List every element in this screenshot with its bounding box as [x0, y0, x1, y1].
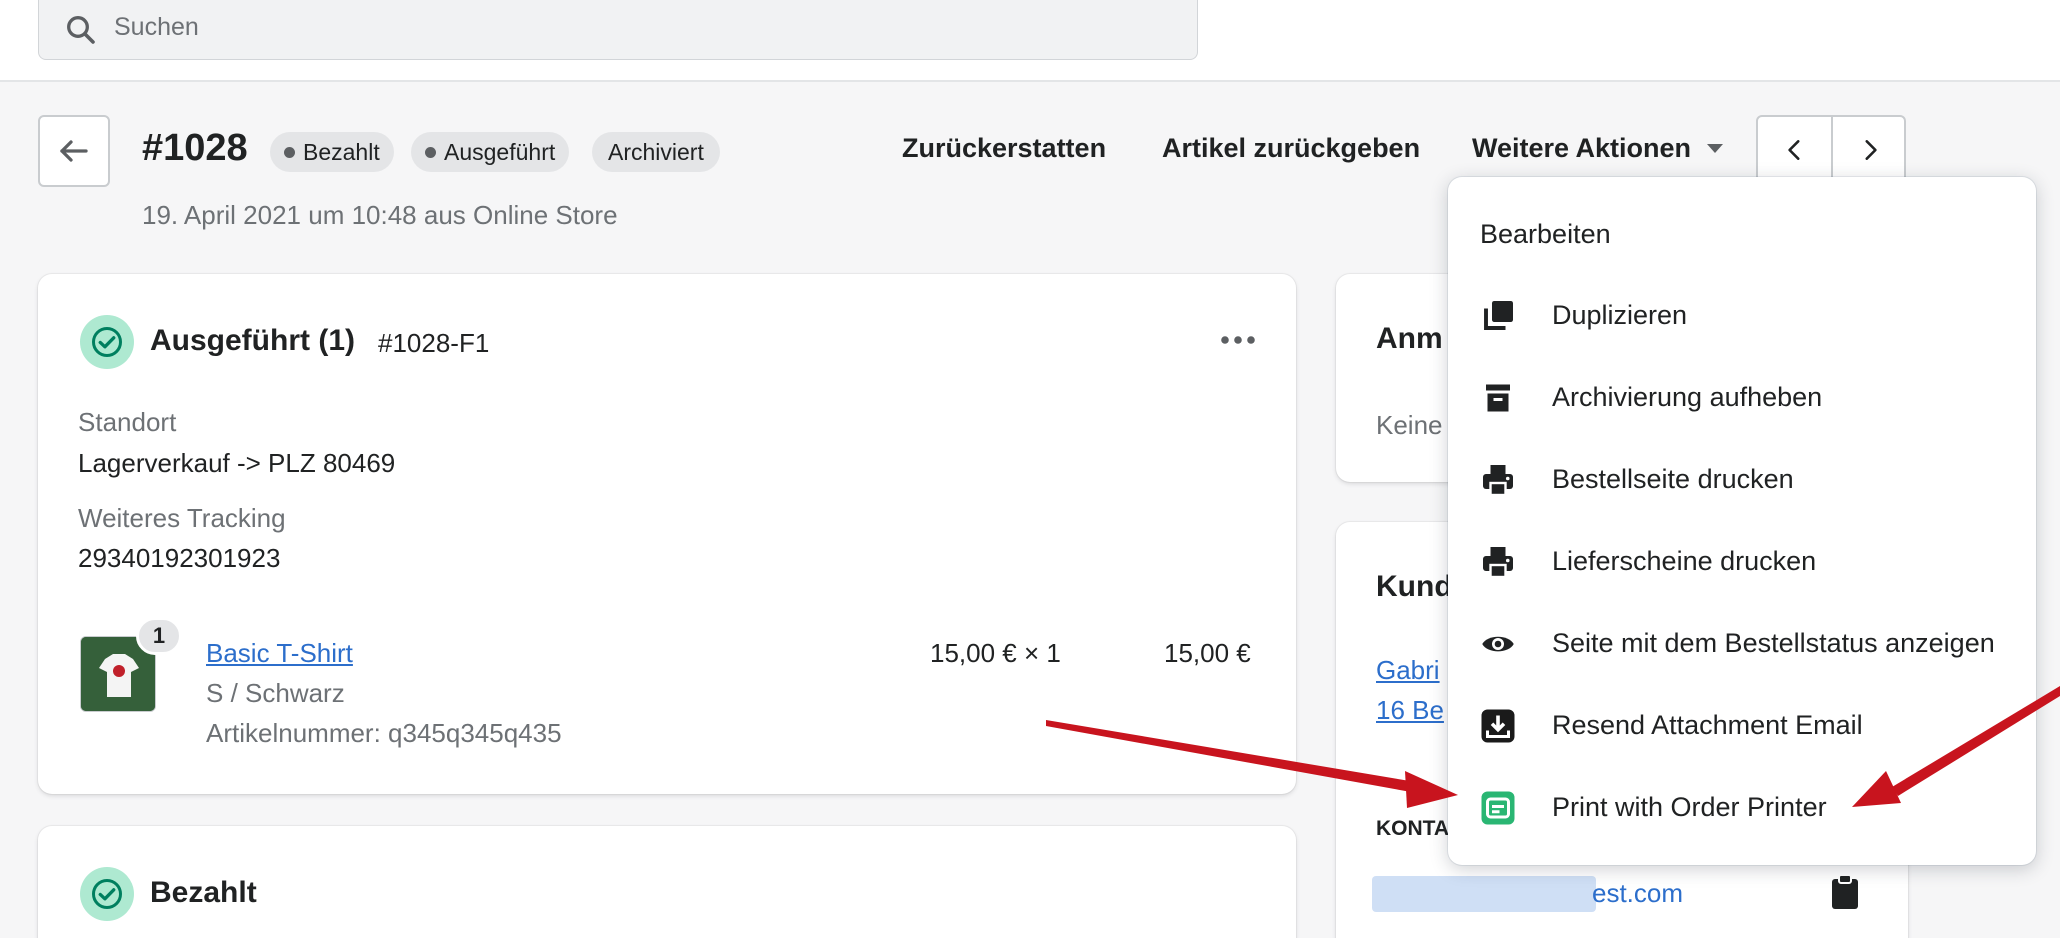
next-order-button[interactable] [1833, 117, 1906, 183]
search-placeholder: Suchen [114, 13, 199, 41]
customer-email-link[interactable]: est.com [1592, 878, 1683, 909]
caret-down-icon [1707, 144, 1724, 153]
order-pager [1756, 115, 1906, 185]
previous-order-button[interactable] [1758, 117, 1831, 183]
location-value: Lagerverkauf -> PLZ 80469 [78, 448, 396, 478]
product-variant: S / Schwarz [206, 678, 345, 708]
status-badge-archived: Archiviert [592, 132, 720, 172]
print-icon [1483, 465, 1513, 497]
return-items-button[interactable]: Artikel zurückgeben [1162, 133, 1420, 164]
menu-item-view-status-page[interactable]: Seite mit dem Bestellstatus anzeigen [1448, 602, 2036, 684]
customer-orders-link[interactable]: 16 Be [1376, 695, 1444, 726]
notes-card-title: Anm [1376, 322, 1443, 355]
product-link[interactable]: Basic T-Shirt [206, 638, 353, 669]
menu-item-print-with-order-printer[interactable]: Print with Order Printer [1448, 766, 2036, 848]
order-date: 19. April 2021 um 10:48 aus Online Store [142, 200, 618, 230]
clipboard-icon[interactable] [1830, 874, 1860, 910]
more-actions-dropdown: Bearbeiten Duplizieren Archivierung aufh… [1448, 177, 2036, 865]
chevron-right-icon [1865, 140, 1877, 160]
top-bar: Suchen [0, 0, 2060, 82]
fulfillment-id: #1028-F1 [378, 328, 490, 358]
menu-item-resend-attachment-email[interactable]: Resend Attachment Email [1448, 684, 2036, 766]
paid-check-icon [80, 867, 134, 921]
unarchive-icon [1486, 384, 1510, 412]
fulfilled-card-title: Ausgeführt (1) [150, 324, 355, 357]
menu-item-print-order-page[interactable]: Bestellseite drucken [1448, 438, 2036, 520]
price-quantity: 15,00 € × 1 [930, 638, 1061, 668]
more-actions-button[interactable]: Weitere Aktionen [1472, 133, 1724, 164]
menu-item-print-packing-slips[interactable]: Lieferscheine drucken [1448, 520, 2036, 602]
print-icon [1483, 547, 1513, 579]
dropdown-section-header: Bearbeiten [1480, 219, 1611, 249]
location-label: Standort [78, 407, 177, 437]
search-input[interactable]: Suchen [38, 0, 1198, 60]
product-sku: Artikelnummer: q345q345q435 [206, 718, 562, 748]
contact-label: KONTA [1376, 817, 1450, 840]
download-app-icon [1481, 709, 1515, 743]
order-printer-app-icon [1481, 791, 1515, 825]
arrow-left-icon [60, 140, 88, 162]
eye-icon [1482, 636, 1514, 652]
search-icon [67, 16, 95, 44]
blurred-email [1372, 876, 1596, 912]
menu-item-unarchive[interactable]: Archivierung aufheben [1448, 356, 2036, 438]
tracking-label: Weiteres Tracking [78, 503, 286, 533]
tracking-value: 29340192301923 [78, 543, 281, 573]
paid-card-title: Bezahlt [150, 876, 257, 909]
duplicate-icon [1484, 301, 1513, 330]
status-badge-fulfilled: Ausgeführt [411, 132, 570, 172]
menu-item-duplicate[interactable]: Duplizieren [1448, 274, 2036, 356]
fulfilled-check-icon [80, 315, 134, 369]
line-total: 15,00 € [1164, 638, 1251, 668]
notes-text: Keine [1376, 410, 1443, 440]
refund-button[interactable]: Zurückerstatten [902, 133, 1106, 164]
customer-card-title: Kund [1376, 570, 1453, 603]
back-button[interactable] [38, 115, 110, 187]
quantity-badge: 1 [136, 617, 182, 655]
customer-name-link[interactable]: Gabri [1376, 655, 1440, 686]
order-number: #1028 [142, 127, 248, 169]
chevron-left-icon [1788, 140, 1800, 160]
status-badge-paid: Bezahlt [270, 132, 394, 172]
more-options-icon[interactable] [1218, 330, 1258, 350]
